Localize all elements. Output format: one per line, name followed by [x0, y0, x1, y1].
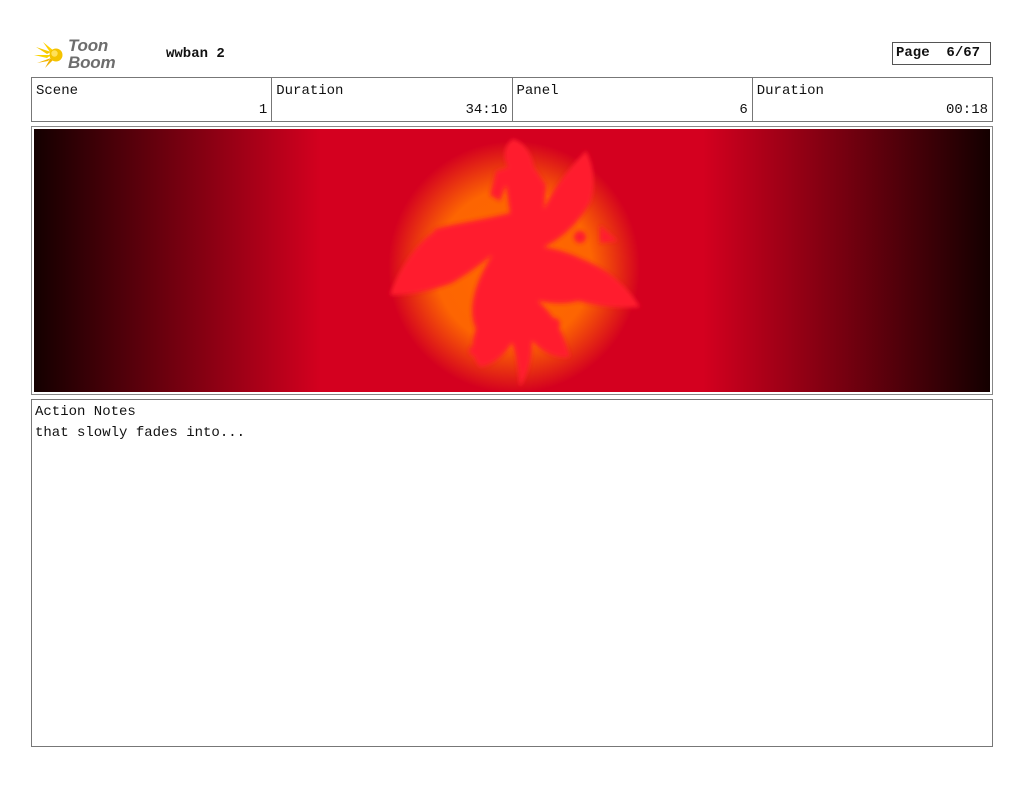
page-indicator: Page 6/67	[892, 42, 991, 65]
page-number: 6/67	[946, 45, 981, 61]
scene-duration-value: 34:10	[465, 102, 508, 118]
panel-label: Panel	[516, 83, 559, 99]
project-title: wwban 2	[166, 46, 225, 62]
logo-wordmark: Toon Boom	[68, 36, 116, 72]
action-notes-text: that slowly fades into...	[35, 425, 246, 441]
panel-duration-label: Duration	[756, 83, 824, 99]
page-label: Page	[896, 45, 930, 61]
scene-number: 1	[258, 102, 268, 118]
toon-boom-logo-icon	[34, 42, 63, 68]
storyboard-panel-frame	[31, 126, 993, 395]
action-notes-label: Action Notes	[35, 404, 136, 420]
scene-duration-cell: Duration 34:10	[272, 78, 513, 121]
panel-info-table: Scene 1 Duration 34:10 Panel 6 Duration …	[31, 77, 993, 122]
scene-duration-label: Duration	[276, 83, 344, 99]
scene-cell: Scene 1	[32, 78, 273, 121]
action-notes-box: Action Notes that slowly fades into...	[31, 399, 993, 747]
storyboard-panel-image	[34, 129, 990, 392]
panel-duration-cell: Duration 00:18	[753, 78, 992, 121]
scene-label: Scene	[36, 83, 79, 99]
panel-duration-value: 00:18	[945, 102, 988, 118]
toon-boom-logo: Toon Boom	[33, 36, 155, 72]
panel-number: 6	[739, 102, 748, 118]
panel-cell: Panel 6	[513, 78, 753, 121]
